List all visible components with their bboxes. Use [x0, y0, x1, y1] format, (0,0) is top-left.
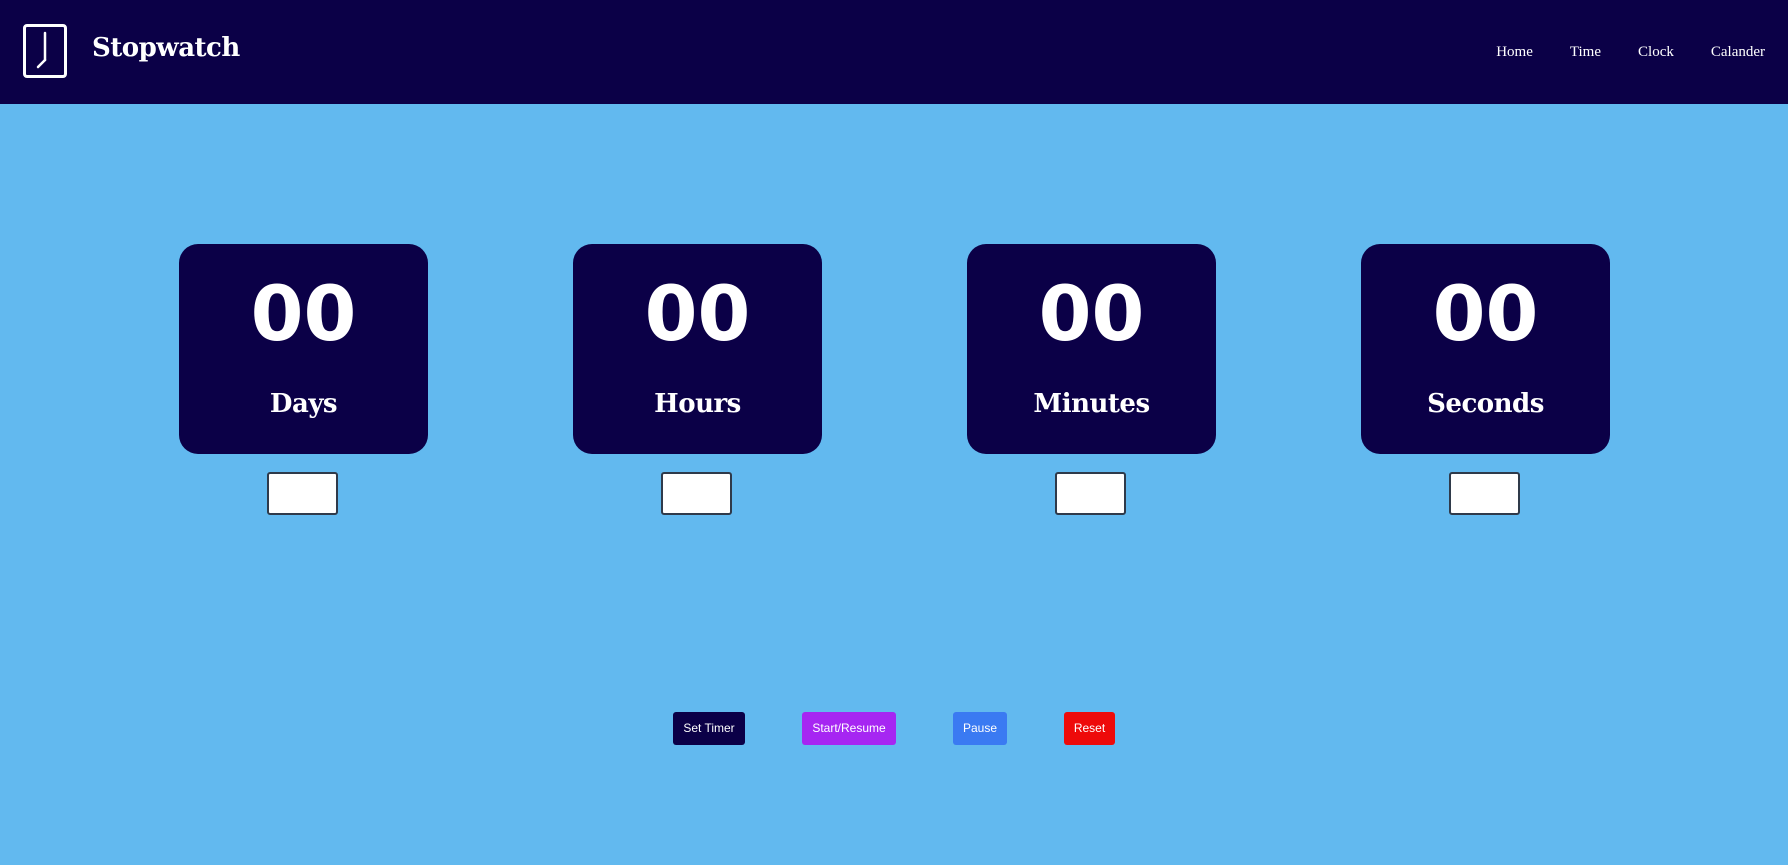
hours-label: Hours	[654, 389, 741, 419]
navbar: Stopwatch Home Time Clock Calander	[0, 0, 1788, 104]
seconds-card: 00 Seconds	[1361, 244, 1610, 454]
seconds-value: 00	[1432, 269, 1539, 358]
hours-value: 00	[644, 269, 751, 358]
reset-button[interactable]: Reset	[1064, 712, 1115, 745]
nav-link-calander[interactable]: Calander	[1711, 40, 1765, 64]
days-input[interactable]	[267, 472, 338, 515]
minutes-value: 00	[1038, 269, 1145, 358]
nav-link-home[interactable]: Home	[1496, 40, 1533, 64]
minutes-card: 00 Minutes	[967, 244, 1216, 454]
days-value: 00	[250, 269, 357, 358]
nav-links: Home Time Clock Calander	[1459, 40, 1765, 64]
minutes-input[interactable]	[1055, 472, 1126, 515]
days-card: 00 Days	[179, 244, 428, 454]
hours-input[interactable]	[661, 472, 732, 515]
nav-link-time[interactable]: Time	[1570, 40, 1601, 64]
days-label: Days	[269, 389, 338, 419]
pause-button[interactable]: Pause	[953, 712, 1007, 745]
seconds-input[interactable]	[1449, 472, 1520, 515]
start-resume-button[interactable]: Start/Resume	[802, 712, 896, 745]
set-timer-button[interactable]: Set Timer	[673, 712, 745, 745]
site-title[interactable]: Stopwatch	[92, 28, 240, 68]
clock-icon[interactable]	[23, 24, 67, 78]
seconds-label: Seconds	[1427, 389, 1544, 419]
minutes-label: Minutes	[1033, 389, 1150, 419]
hours-card: 00 Hours	[573, 244, 822, 454]
nav-link-clock[interactable]: Clock	[1638, 40, 1674, 64]
